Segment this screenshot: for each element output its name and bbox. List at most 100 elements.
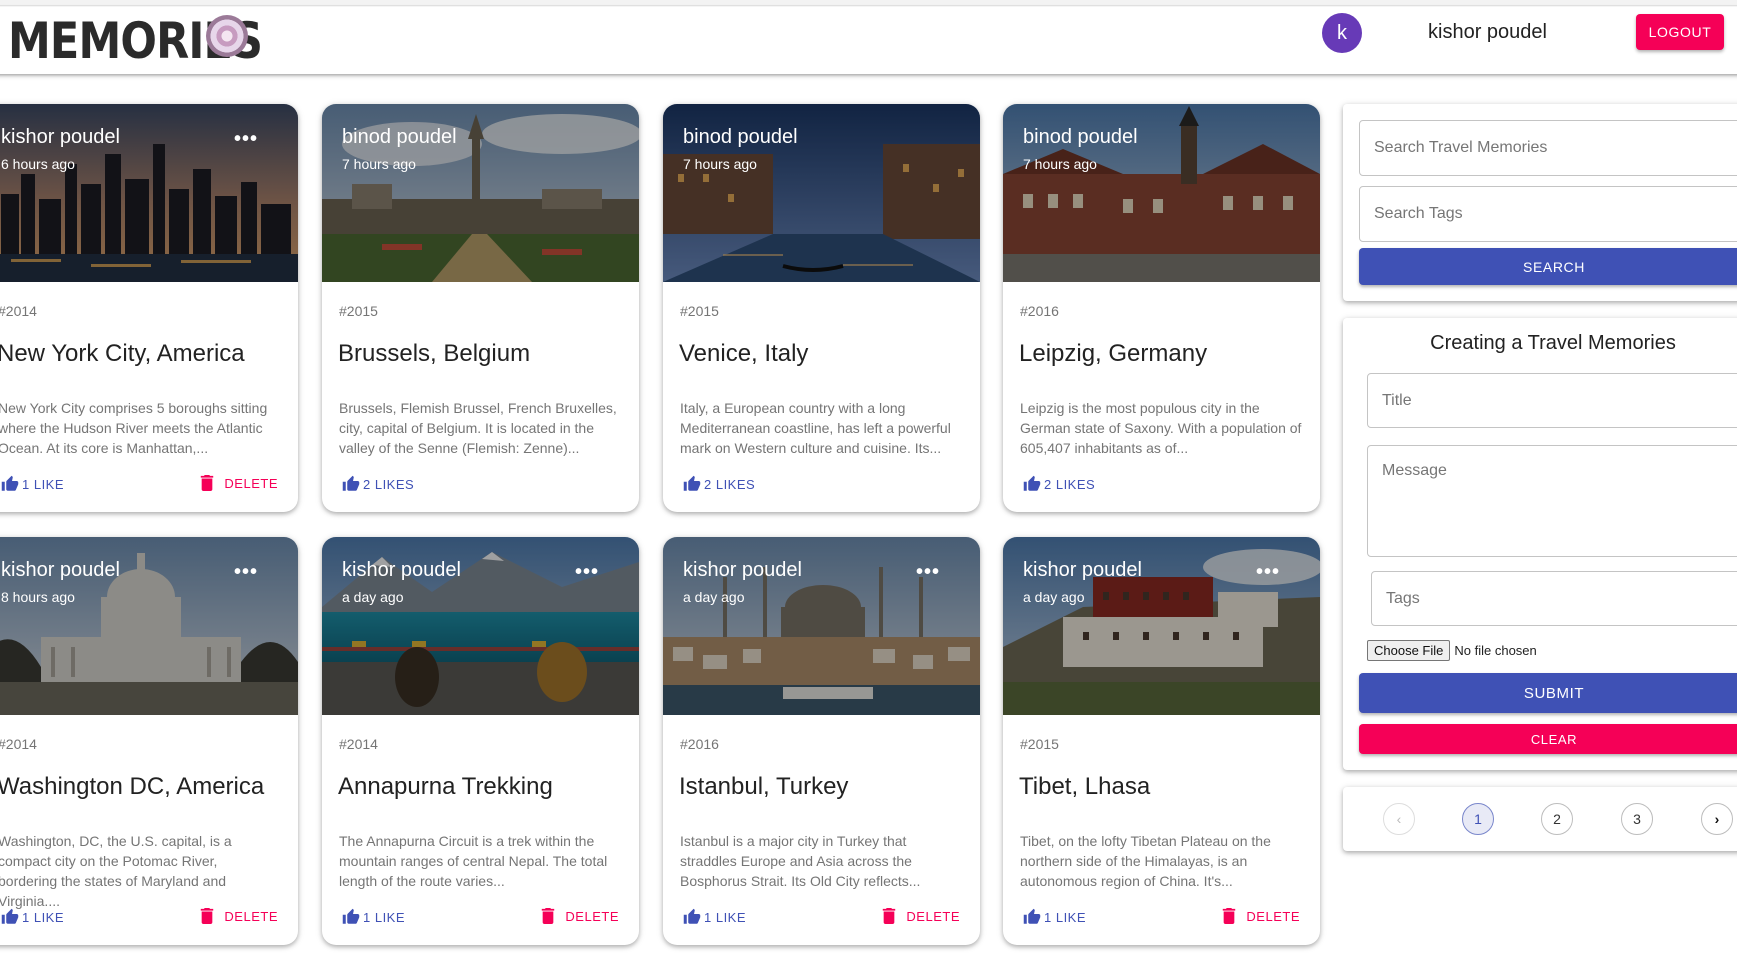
trash-icon [201, 475, 214, 491]
post-time: 6 hours ago [1, 156, 75, 172]
page-button-3[interactable]: 3 [1621, 803, 1653, 835]
card-actions: 2 LIKES [322, 472, 639, 512]
memory-card[interactable]: binod poudel 7 hours ago #2015 Brussels,… [322, 104, 639, 512]
post-message: Brussels, Flemish Brussel, French Bruxel… [339, 400, 617, 456]
like-button[interactable]: 1 LIKE [342, 908, 405, 926]
card-actions: 1 LIKE DELETE [663, 905, 980, 945]
like-count: 1 LIKE [704, 909, 747, 925]
memory-card[interactable]: kishor poudel a day ago ••• #2015 Tibet,… [1003, 537, 1320, 945]
trash-icon [542, 908, 555, 924]
post-time: 7 hours ago [683, 156, 757, 172]
message-field[interactable] [1367, 445, 1737, 557]
search-tags-input[interactable] [1360, 187, 1737, 241]
delete-label: DELETE [224, 908, 278, 924]
memory-card[interactable]: kishor poudel 6 hours ago ••• #2014 New … [0, 104, 298, 512]
brand[interactable]: MEMORIES [8, 7, 303, 74]
like-count: 1 LIKE [363, 909, 406, 925]
thumb-up-icon [683, 475, 701, 491]
card-actions: 1 LIKE DELETE [322, 905, 639, 945]
file-status: No file chosen [1454, 643, 1537, 658]
page-button-2[interactable]: 2 [1541, 803, 1573, 835]
chevron-left-icon[interactable]: ‹ [1383, 803, 1415, 835]
card-actions: 1 LIKE DELETE [1003, 905, 1320, 945]
post-tags: #2015 [339, 303, 378, 319]
memory-card[interactable]: kishor poudel a day ago ••• #2016 Istanb… [663, 537, 980, 945]
search-button[interactable]: SEARCH [1359, 248, 1737, 285]
thumb-up-icon [1023, 908, 1041, 924]
post-author: kishor poudel [1023, 559, 1142, 581]
post-author: binod poudel [683, 126, 798, 148]
thumb-up-icon [1023, 475, 1041, 491]
more-options-icon[interactable]: ••• [234, 128, 258, 151]
more-options-icon[interactable]: ••• [234, 561, 258, 584]
like-button[interactable]: 1 LIKE [1, 908, 64, 926]
like-button[interactable]: 1 LIKE [1023, 908, 1086, 926]
card-actions: 1 LIKE DELETE [0, 905, 298, 945]
title-input[interactable] [1368, 374, 1737, 427]
more-options-icon[interactable]: ••• [575, 561, 599, 584]
memory-card[interactable]: kishor poudel a day ago ••• #2014 Annapu… [322, 537, 639, 945]
post-author: kishor poudel [342, 559, 461, 581]
memory-form-panel: Creating a Travel Memories Choose File N… [1343, 318, 1737, 770]
message-input[interactable] [1368, 446, 1737, 556]
memory-card[interactable]: binod poudel 7 hours ago #2016 Leipzig, … [1003, 104, 1320, 512]
like-button[interactable]: 1 LIKE [683, 908, 746, 926]
more-options-icon[interactable]: ••• [1256, 561, 1280, 584]
card-actions: 2 LIKES [663, 472, 980, 512]
like-count: 1 LIKE [22, 476, 65, 492]
clear-button[interactable]: CLEAR [1359, 724, 1737, 754]
like-button[interactable]: 1 LIKE [1, 475, 64, 493]
like-count: 1 LIKE [1044, 909, 1087, 925]
post-author: kishor poudel [1, 126, 120, 148]
tags-input[interactable] [1372, 572, 1737, 625]
thumb-up-icon [342, 475, 360, 491]
memory-card[interactable]: binod poudel 7 hours ago #2015 Venice, I… [663, 104, 980, 512]
delete-label: DELETE [1246, 908, 1300, 924]
post-message: Tibet, on the lofty Tibetan Plateau on t… [1020, 833, 1271, 889]
like-button[interactable]: 2 LIKES [342, 475, 414, 493]
choose-file-button[interactable]: Choose File [1367, 640, 1451, 661]
search-memories-input[interactable] [1360, 121, 1737, 175]
form-heading: Creating a Travel Memories [1430, 332, 1676, 354]
chevron-right-icon[interactable]: › [1701, 803, 1733, 835]
browser-top-strip [0, 0, 1737, 6]
delete-button[interactable]: DELETE [1222, 908, 1300, 924]
post-time: a day ago [342, 589, 404, 605]
pagination-panel: ‹ 1 2 3 › [1343, 787, 1737, 851]
card-actions: 2 LIKES [1003, 472, 1320, 512]
trash-icon [883, 908, 896, 924]
post-title: Washington DC, America [0, 773, 265, 800]
title-field[interactable] [1367, 373, 1737, 428]
like-button[interactable]: 2 LIKES [1023, 475, 1095, 493]
more-options-icon[interactable]: ••• [916, 561, 940, 584]
post-title: Istanbul, Turkey [679, 773, 849, 800]
like-button[interactable]: 2 LIKES [683, 475, 755, 493]
post-time: 8 hours ago [1, 589, 75, 605]
search-tags-field[interactable] [1359, 186, 1737, 242]
page-button-1[interactable]: 1 [1462, 803, 1494, 835]
like-count: 1 LIKE [22, 909, 65, 925]
post-author: binod poudel [342, 126, 457, 148]
post-author: kishor poudel [1, 559, 120, 581]
post-title: Venice, Italy [679, 340, 809, 367]
post-title: New York City, America [0, 340, 245, 367]
submit-button[interactable]: SUBMIT [1359, 673, 1737, 713]
memory-card[interactable]: kishor poudel 8 hours ago ••• #2014 Wash… [0, 537, 298, 945]
post-time: 7 hours ago [342, 156, 416, 172]
post-message: New York City comprises 5 boroughs sitti… [0, 400, 268, 456]
delete-button[interactable]: DELETE [541, 908, 619, 924]
delete-button[interactable]: DELETE [200, 908, 278, 924]
post-tags: #2016 [680, 736, 719, 752]
delete-button[interactable]: DELETE [882, 908, 960, 924]
logout-button[interactable]: LOGOUT [1636, 14, 1724, 50]
like-count: 2 LIKES [704, 476, 756, 492]
delete-label: DELETE [565, 908, 619, 924]
post-title: Leipzig, Germany [1019, 340, 1208, 367]
logo-image [206, 15, 248, 57]
post-message: Leipzig is the most populous city in the… [1020, 400, 1302, 456]
delete-label: DELETE [224, 475, 278, 491]
delete-button[interactable]: DELETE [200, 475, 278, 491]
search-memories-field[interactable] [1359, 120, 1737, 176]
tags-field[interactable] [1371, 571, 1737, 626]
app-bar: MEMORIES k kishor poudel LOGOUT [0, 7, 1737, 74]
